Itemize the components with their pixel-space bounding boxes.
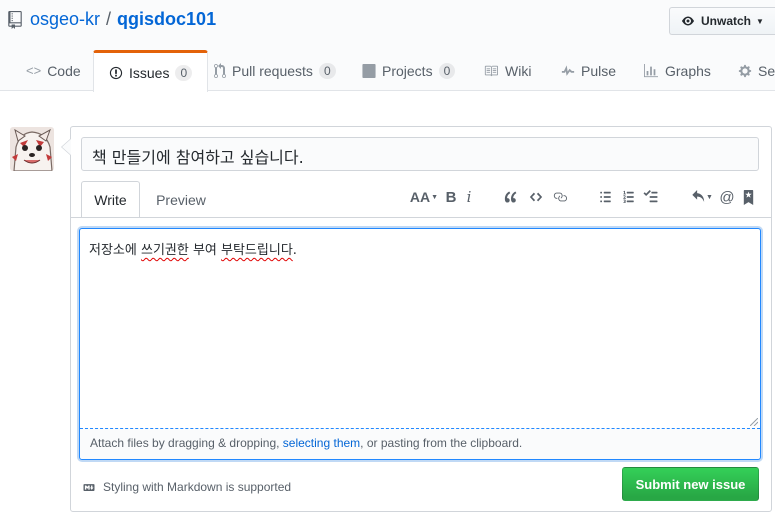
unwatch-button[interactable]: Unwatch ▼ bbox=[669, 7, 775, 35]
tab-pull-requests[interactable]: Pull requests 0 bbox=[214, 50, 336, 91]
chevron-down-icon: ▼ bbox=[756, 16, 764, 26]
tab-settings-label: Set bbox=[758, 62, 775, 79]
gear-icon bbox=[738, 64, 752, 77]
body-segment-misspelled: 쓰기권한 bbox=[140, 243, 189, 258]
tab-write[interactable]: Write bbox=[81, 181, 140, 218]
issues-counter: 0 bbox=[175, 64, 193, 81]
tab-code[interactable]: <> Code bbox=[26, 50, 81, 91]
projects-counter: 0 bbox=[438, 62, 456, 79]
eye-icon bbox=[682, 16, 694, 26]
tab-preview[interactable]: Preview bbox=[141, 181, 221, 218]
repo-name-link[interactable]: qgisdoc101 bbox=[117, 9, 216, 30]
editor-tabs-divider bbox=[71, 217, 771, 218]
issue-opened-icon bbox=[109, 66, 123, 79]
submit-new-issue-button[interactable]: Submit new issue bbox=[622, 467, 759, 501]
ordered-list-button[interactable] bbox=[619, 187, 637, 207]
discussion-caret-inner bbox=[62, 139, 71, 155]
list-unordered-icon bbox=[599, 191, 611, 203]
tab-issues[interactable]: Issues 0 bbox=[93, 50, 209, 92]
book-icon bbox=[484, 65, 498, 76]
tab-issues-label: Issues bbox=[129, 64, 170, 81]
mention-label: @ bbox=[719, 188, 735, 206]
header-text-button[interactable]: AA ▼ bbox=[409, 187, 439, 207]
markdown-note[interactable]: Styling with Markdown is supported bbox=[81, 480, 291, 494]
tab-pull-requests-label: Pull requests bbox=[232, 62, 313, 79]
attach-files-bar[interactable]: Attach files by dragging & dropping, sel… bbox=[80, 428, 760, 459]
avatar[interactable] bbox=[10, 127, 54, 171]
issue-title-input[interactable]: 책 만들기에 참여하고 싶습니다. bbox=[81, 137, 759, 171]
tab-pulse[interactable]: Pulse bbox=[561, 50, 616, 91]
tab-wiki-label: Wiki bbox=[505, 62, 532, 79]
repo-title: osgeo-kr / qgisdoc101 bbox=[8, 9, 216, 30]
code-icon: <> bbox=[26, 63, 42, 78]
git-pull-request-icon bbox=[214, 62, 226, 78]
link-icon bbox=[553, 192, 567, 202]
link-button[interactable] bbox=[550, 187, 570, 207]
issue-body-text: 저장소에 쓰기권한 부여 부탁드립니다. bbox=[89, 239, 297, 258]
italic-button[interactable]: i bbox=[461, 187, 477, 207]
unordered-list-button[interactable] bbox=[596, 187, 614, 207]
quote-button[interactable] bbox=[502, 187, 520, 207]
tab-code-label: Code bbox=[47, 62, 81, 79]
header-text-label: AA bbox=[409, 189, 431, 205]
code-icon bbox=[529, 192, 543, 202]
tab-graphs-label: Graphs bbox=[665, 62, 711, 79]
tab-projects[interactable]: Projects 0 bbox=[362, 50, 456, 91]
markdown-note-label: Styling with Markdown is supported bbox=[103, 480, 292, 494]
repo-icon bbox=[8, 10, 22, 29]
bold-label: B bbox=[445, 188, 457, 206]
attach-prefix: Attach files by dragging & dropping, bbox=[90, 436, 283, 450]
body-segment-misspelled: 부탁드립니다 bbox=[221, 243, 293, 258]
code-button[interactable] bbox=[526, 187, 546, 207]
tab-projects-label: Projects bbox=[382, 62, 433, 79]
task-list-button[interactable] bbox=[640, 187, 660, 207]
body-segment: 부여 bbox=[188, 243, 222, 258]
body-segment: 저장소에 bbox=[89, 243, 141, 258]
pull-requests-counter: 0 bbox=[318, 62, 336, 79]
resize-handle[interactable] bbox=[750, 418, 758, 426]
bookmark-icon bbox=[743, 189, 753, 205]
quote-icon bbox=[504, 191, 517, 203]
list-ordered-icon bbox=[622, 190, 634, 204]
tab-graphs[interactable]: Graphs bbox=[643, 50, 711, 91]
italic-label: i bbox=[466, 188, 472, 206]
select-files-link[interactable]: selecting them bbox=[283, 436, 360, 450]
chevron-down-icon: ▼ bbox=[431, 193, 439, 201]
repo-separator: / bbox=[106, 9, 112, 29]
repo-owner-link[interactable]: osgeo-kr bbox=[30, 9, 100, 30]
issue-body-textarea[interactable]: 저장소에 쓰기권한 부여 부탁드립니다. Attach files by dra… bbox=[79, 228, 761, 460]
unwatch-label: Unwatch bbox=[701, 14, 752, 28]
tab-wiki[interactable]: Wiki bbox=[483, 50, 531, 91]
markdown-icon bbox=[83, 483, 95, 491]
body-segment: . bbox=[292, 243, 297, 258]
project-icon bbox=[362, 63, 376, 78]
saved-reply-button[interactable]: ▼ bbox=[688, 187, 716, 207]
attach-suffix: , or pasting from the clipboard. bbox=[360, 436, 523, 450]
bold-button[interactable]: B bbox=[443, 187, 459, 207]
pulse-icon bbox=[561, 64, 575, 76]
reference-button[interactable] bbox=[740, 187, 756, 207]
tab-pulse-label: Pulse bbox=[581, 62, 617, 79]
graph-icon bbox=[644, 63, 658, 77]
reply-icon bbox=[692, 190, 705, 202]
tab-settings[interactable]: Set bbox=[738, 50, 775, 91]
tasklist-icon bbox=[643, 190, 657, 203]
chevron-down-icon: ▼ bbox=[706, 193, 713, 201]
mention-button[interactable]: @ bbox=[718, 187, 736, 207]
